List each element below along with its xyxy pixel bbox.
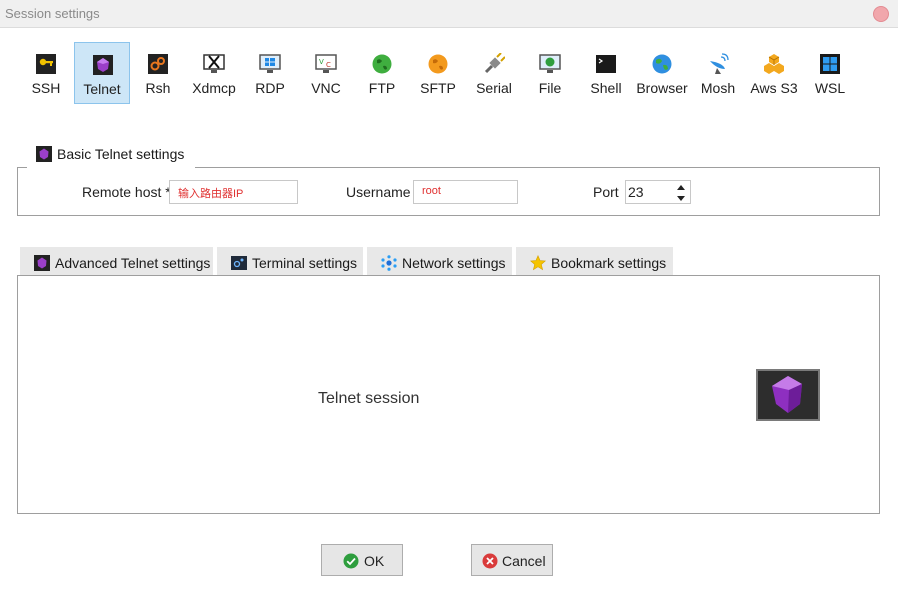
protocol-mosh[interactable]: Mosh (690, 42, 746, 104)
port-spinbox[interactable]: 23 (625, 180, 691, 204)
protocol-label: VNC (311, 80, 341, 96)
globe-icon (652, 54, 672, 74)
windows-monitor-icon (259, 54, 281, 73)
protocol-browser[interactable]: Browser (634, 42, 690, 104)
protocol-label: Aws S3 (750, 80, 798, 96)
protocol-serial[interactable]: Serial (466, 42, 522, 104)
port-value: 23 (628, 184, 644, 200)
protocol-rsh[interactable]: Rsh (130, 42, 186, 104)
port-label: Port (593, 184, 619, 200)
vnc-monitor-icon: V C (315, 54, 337, 73)
remote-host-label: Remote host * (82, 184, 171, 200)
protocol-label: Mosh (700, 80, 736, 96)
telnet-gem-icon (36, 146, 52, 162)
telnet-gem-icon (756, 369, 820, 421)
orange-globe-icon (428, 54, 448, 74)
session-type-text: Telnet session (318, 390, 420, 407)
cancel-button-label: Cancel (502, 553, 546, 569)
close-button[interactable] (873, 6, 889, 22)
protocol-sftp[interactable]: SFTP (410, 42, 466, 104)
ok-button[interactable]: OK (321, 544, 403, 576)
protocol-xdmcp[interactable]: Xdmcp (186, 42, 242, 104)
tab-label: Advanced Telnet settings (55, 255, 211, 271)
protocol-ssh[interactable]: SSH (18, 42, 74, 104)
protocol-label: SFTP (420, 80, 456, 96)
tab-label: Terminal settings (252, 255, 358, 271)
windows-logo-icon (820, 54, 840, 74)
network-icon (381, 255, 397, 271)
telnet-gem-icon (34, 255, 50, 271)
protocol-ftp[interactable]: FTP (354, 42, 410, 104)
protocol-telnet[interactable]: Telnet (74, 42, 130, 104)
remote-host-input[interactable]: 输入路由器IP (169, 180, 298, 204)
protocol-file[interactable]: File (522, 42, 578, 104)
protocol-label: Rsh (145, 80, 171, 96)
protocol-rdp[interactable]: RDP (242, 42, 298, 104)
tab-network-settings[interactable]: Network settings (367, 247, 512, 276)
tab-bookmark-settings[interactable]: Bookmark settings (516, 247, 673, 276)
title-bar: Session settings (0, 0, 898, 28)
tab-label: Network settings (402, 255, 506, 271)
window-title: Session settings (5, 6, 100, 21)
protocol-vnc[interactable]: V C VNC (298, 42, 354, 104)
tab-advanced-telnet-settings[interactable]: Advanced Telnet settings (20, 247, 213, 276)
green-globe-icon (372, 54, 392, 74)
satellite-dish-icon (710, 53, 729, 74)
telnet-gem-icon (93, 55, 113, 75)
svg-text:C: C (326, 61, 331, 69)
check-circle-icon (343, 553, 359, 569)
tab-basic-telnet-settings[interactable]: Basic Telnet settings (27, 137, 195, 168)
star-icon (530, 255, 546, 271)
protocol-label: Shell (590, 80, 622, 96)
tab-label: Basic Telnet settings (57, 146, 185, 162)
spin-down-icon[interactable] (676, 193, 686, 203)
protocol-label: SSH (31, 80, 61, 96)
aws-cubes-icon (764, 54, 784, 74)
username-label: Username (346, 184, 411, 200)
protocol-label: RDP (255, 80, 285, 96)
protocol-label: Xdmcp (192, 80, 236, 96)
settings-panel (17, 275, 880, 514)
spin-up-icon[interactable] (676, 183, 686, 193)
serial-plug-icon (484, 53, 505, 74)
protocol-label: WSL (814, 80, 846, 96)
protocol-wsl[interactable]: WSL (802, 42, 858, 104)
gears-icon (148, 54, 168, 74)
protocol-shell[interactable]: Shell (578, 42, 634, 104)
terminal-settings-icon (231, 256, 247, 270)
protocol-label: Serial (476, 80, 512, 96)
key-icon (36, 54, 56, 74)
username-input[interactable]: root (413, 180, 518, 204)
x-monitor-icon (203, 54, 225, 73)
protocol-aws-s3[interactable]: Aws S3 (746, 42, 802, 104)
svg-text:V: V (319, 58, 324, 66)
cancel-circle-icon (482, 553, 498, 569)
ok-button-label: OK (364, 553, 385, 569)
protocol-label: Telnet (83, 81, 121, 97)
tab-label: Bookmark settings (551, 255, 667, 271)
cancel-button[interactable]: Cancel (471, 544, 553, 576)
file-globe-monitor-icon (539, 54, 561, 73)
protocol-label: File (538, 80, 562, 96)
protocol-label: Browser (636, 80, 688, 96)
protocol-toolbar: SSH Telnet Rsh Xdmcp RDP V C VNC FTP SFT… (18, 42, 858, 104)
terminal-icon (596, 55, 616, 73)
tab-terminal-settings[interactable]: Terminal settings (217, 247, 363, 276)
protocol-label: FTP (368, 80, 396, 96)
